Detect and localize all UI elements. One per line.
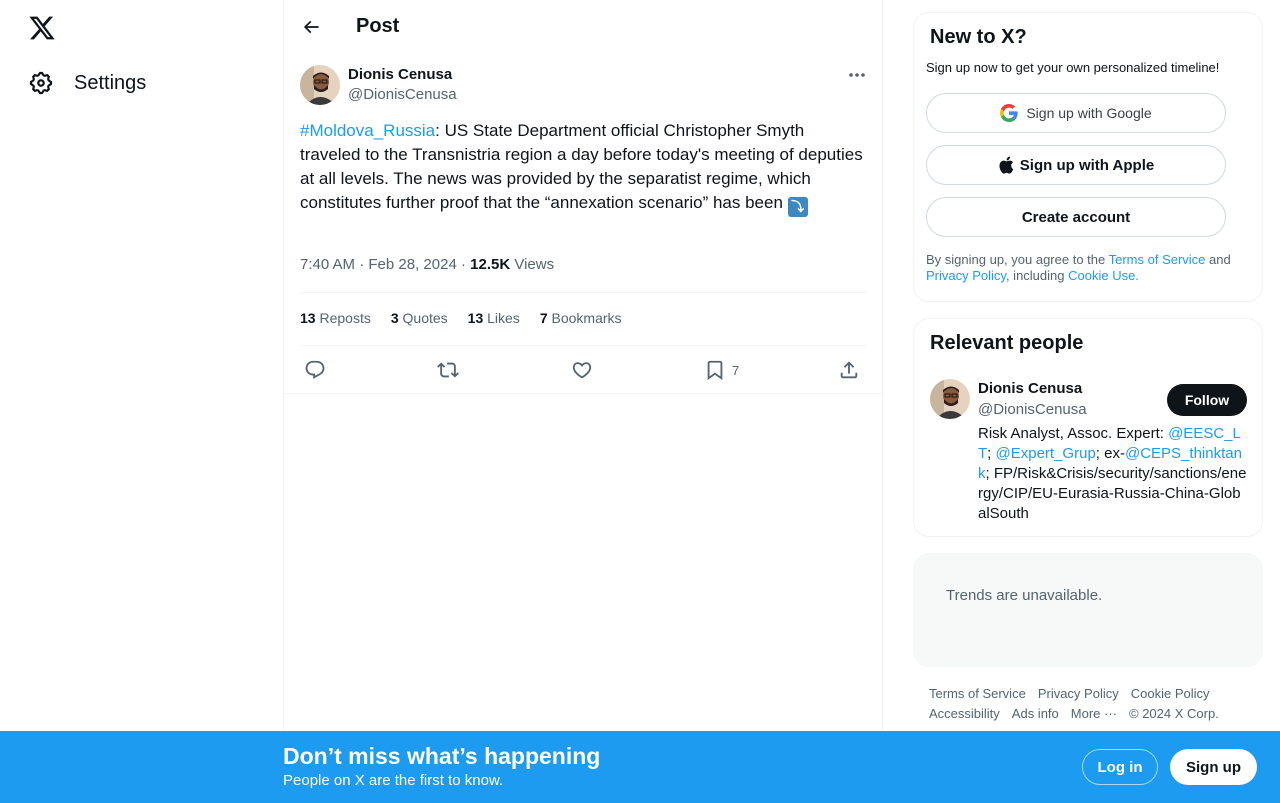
page-title: Post — [356, 15, 400, 37]
hashtag-link[interactable]: #Moldova_Russia — [300, 121, 435, 140]
post-text: #Moldova_Russia: US State Department off… — [300, 119, 866, 217]
post-actions: 7 — [300, 356, 866, 384]
heart-icon — [572, 362, 592, 379]
post-stats: 13 Reposts 3 Quotes 13 Likes 7 Bookmarks — [300, 310, 642, 326]
reply-icon — [305, 360, 325, 379]
signup-button[interactable]: Sign up — [1170, 749, 1257, 785]
main-column: Post Dionis Cenusa @DionisCenusa #Moldov… — [283, 0, 883, 803]
terms-link[interactable]: Terms of Service — [1109, 252, 1206, 267]
quotes-stat[interactable]: 3 Quotes — [391, 310, 448, 326]
relevant-person-avatar[interactable] — [930, 379, 970, 419]
views-count: 12.5K — [470, 256, 511, 273]
create-account-button[interactable]: Create account — [926, 197, 1226, 237]
mention-link[interactable]: @Expert_Grup — [996, 445, 1096, 462]
footer-accessibility-link[interactable]: Accessibility — [929, 706, 1000, 721]
signup-google-button[interactable]: Sign up with Google — [926, 93, 1226, 133]
left-navigation: Settings — [0, 0, 283, 803]
author-name[interactable]: Dionis Cenusa — [348, 66, 452, 83]
footer-cookie-link[interactable]: Cookie Policy — [1131, 686, 1210, 701]
signup-card: New to X? Sign up now to get your own pe… — [913, 12, 1263, 302]
banner-subtitle: People on X are the first to know. — [283, 772, 504, 789]
relevant-people-title: Relevant people — [930, 332, 1084, 354]
author-handle[interactable]: @DionisCenusa — [348, 86, 457, 103]
share-icon — [840, 361, 858, 379]
google-icon — [1000, 104, 1018, 122]
nav-item-settings-label: Settings — [74, 71, 147, 94]
follow-button[interactable]: Follow — [1167, 384, 1247, 416]
signup-card-subtitle: Sign up now to get your own personalized… — [926, 60, 1220, 75]
login-button[interactable]: Log in — [1082, 749, 1158, 785]
cookie-link[interactable]: Cookie Use. — [1068, 268, 1139, 283]
bookmark-icon — [707, 360, 723, 381]
x-logo-icon[interactable] — [28, 14, 56, 42]
bookmarks-stat[interactable]: 7 Bookmarks — [540, 310, 622, 326]
more-options-icon[interactable] — [846, 66, 868, 84]
footer-copyright: © 2024 X Corp. — [1129, 706, 1219, 721]
trends-card: Trends are unavailable. — [913, 553, 1263, 667]
gear-icon — [28, 70, 54, 96]
signup-google-label: Sign up with Google — [1026, 105, 1152, 121]
share-button[interactable] — [838, 356, 860, 384]
likes-stat[interactable]: 13 Likes — [468, 310, 520, 326]
signup-legal-text: By signing up, you agree to the Terms of… — [926, 252, 1231, 283]
divider — [284, 393, 882, 394]
reply-button[interactable] — [304, 356, 326, 384]
banner-title: Don’t miss what’s happening — [283, 743, 601, 769]
arrow-left-icon[interactable] — [298, 14, 324, 40]
post-date[interactable]: Feb 28, 2024 — [368, 256, 456, 273]
apple-icon — [998, 156, 1014, 174]
post-time[interactable]: 7:40 AM — [300, 256, 355, 273]
footer-ads-link[interactable]: Ads info — [1012, 706, 1059, 721]
footer-privacy-link[interactable]: Privacy Policy — [1038, 686, 1119, 701]
footer-terms-link[interactable]: Terms of Service — [929, 686, 1026, 701]
footer-more-link[interactable]: More ··· — [1071, 706, 1117, 721]
relevant-person-name[interactable]: Dionis Cenusa — [978, 380, 1082, 397]
author-avatar[interactable] — [300, 65, 340, 105]
bookmark-button[interactable]: 7 — [704, 356, 739, 384]
login-banner: Don’t miss what’s happening People on X … — [0, 731, 1280, 803]
post-header: Post — [284, 0, 882, 53]
divider — [300, 345, 866, 346]
nav-item-settings[interactable]: Settings — [28, 64, 146, 102]
views-label: Views — [514, 256, 555, 273]
reposts-stat[interactable]: 13 Reposts — [300, 310, 371, 326]
repost-button[interactable] — [437, 356, 459, 384]
footer-links: Terms of Service Privacy Policy Cookie Pol… — [929, 684, 1259, 724]
relevant-people-card: Relevant people Dionis Cenusa @DionisCen… — [913, 318, 1263, 537]
signup-apple-label: Sign up with Apple — [1019, 156, 1155, 174]
signup-card-title: New to X? — [930, 26, 1027, 48]
signup-apple-button[interactable]: Sign up with Apple — [926, 145, 1226, 185]
divider — [300, 292, 866, 293]
bookmark-count: 7 — [732, 362, 740, 378]
relevant-person-handle[interactable]: @DionisCenusa — [978, 401, 1087, 418]
trends-unavailable-message: Trends are unavailable. — [946, 587, 1103, 604]
like-button[interactable] — [571, 356, 593, 384]
arrow-down-emoji-icon: ⤵ — [787, 197, 808, 217]
privacy-link[interactable]: Privacy Policy — [926, 268, 1006, 283]
repost-icon — [437, 362, 459, 378]
relevant-person-bio: Risk Analyst, Assoc. Expert: @EESC_LT; @… — [978, 425, 1247, 522]
post-meta: 7:40 AM · Feb 28, 2024 · 12.5K Views — [300, 256, 555, 273]
